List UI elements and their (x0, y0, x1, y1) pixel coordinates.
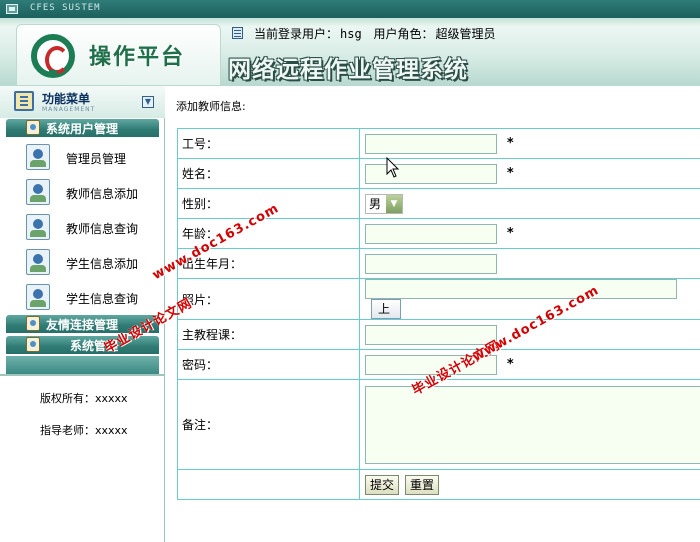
age-input[interactable] (365, 223, 497, 244)
user-role-label: 用户角色： (373, 27, 434, 41)
form-row-name: 姓名： * (177, 158, 700, 189)
remark-textarea[interactable] (365, 385, 700, 464)
form-row-actions: 提交 重置 (177, 469, 700, 500)
logo-mark-icon (31, 34, 75, 78)
photo-path-input[interactable] (365, 279, 677, 299)
required-mark: * (506, 166, 514, 181)
required-mark: * (506, 357, 514, 372)
user-card-icon (26, 249, 50, 275)
logo-text: 操作平台 (89, 44, 186, 70)
sidebar-item-student-query[interactable]: 学生信息查询 (0, 284, 165, 318)
group-folder-icon (26, 316, 40, 331)
gender-select[interactable]: 男 ▼ (365, 193, 403, 214)
copyright-text: 版权所有：xxxxx (40, 392, 128, 405)
name-label: 姓名： (177, 158, 360, 189)
collapse-menu-icon[interactable]: ▼ (142, 96, 154, 108)
main-course-input[interactable] (365, 324, 497, 345)
user-card-icon (26, 214, 50, 240)
chevron-down-icon[interactable]: ▼ (386, 194, 402, 213)
user-role-value: 超级管理员 (435, 27, 496, 41)
required-mark: * (506, 226, 514, 241)
gender-selected-value: 男 (369, 197, 382, 211)
sidebar-footer-strip (6, 356, 159, 374)
required-mark: * (506, 136, 514, 151)
form-row-birth: 出生年月： (177, 248, 700, 279)
photo-label: 照片： (177, 278, 360, 320)
system-code-name: CFES SUSTEM (30, 3, 101, 13)
window-icon (6, 4, 18, 14)
mouse-cursor-icon (386, 157, 400, 178)
name-input[interactable] (365, 163, 497, 184)
user-info-icon (232, 27, 243, 39)
title-bar: CFES SUSTEM (0, 0, 700, 18)
form-row-id: 工号： * (177, 128, 700, 159)
sidebar-item-label: 教师信息查询 (66, 222, 139, 236)
menu-subtitle: MANAGEMENT (42, 106, 96, 113)
current-user-value: hsg (340, 27, 362, 41)
teacher-form: 工号： * 姓名： * 性别： 男 ▼ 年龄： * 出生年月： 照片： 上 主教… (177, 128, 700, 500)
menu-group-system-users[interactable]: 系统用户管理 (6, 119, 159, 137)
password-label: 密码： (177, 349, 360, 380)
group-folder-icon (26, 120, 40, 135)
sidebar-item-label: 教师信息添加 (66, 187, 139, 201)
remark-label: 备注： (177, 379, 360, 470)
app-window: CFES SUSTEM 操作平台 当前登录用户： hsg 用户角色： 超级管理员 网… (0, 0, 700, 542)
current-user-info: 当前登录用户： hsg 用户角色： 超级管理员 (254, 25, 496, 42)
user-card-icon (26, 144, 50, 170)
birth-date-input[interactable] (365, 253, 497, 274)
sidebar-item-teacher-add[interactable]: 教师信息添加 (0, 179, 165, 213)
sidebar-item-label: 管理员管理 (66, 152, 127, 166)
form-row-remark: 备注： (177, 379, 700, 470)
sidebar-item-student-add[interactable]: 学生信息添加 (0, 249, 165, 283)
course-label: 主教程课： (177, 319, 360, 350)
id-label: 工号： (177, 128, 360, 159)
menu-title: 功能菜单 (42, 92, 91, 106)
menu-header: 功能菜单 MANAGEMENT ▼ (0, 86, 165, 118)
advisor-text: 指导老师：xxxxx (40, 424, 128, 437)
sidebar-item-teacher-query[interactable]: 教师信息查询 (0, 214, 165, 248)
employee-id-input[interactable] (365, 133, 497, 154)
sidebar-divider (0, 374, 165, 376)
sidebar-item-admin-manage[interactable]: 管理员管理 (0, 144, 165, 178)
logo: 操作平台 (16, 24, 221, 86)
sidebar: 功能菜单 MANAGEMENT ▼ 系统用户管理 管理员管理 教师信息添加 教师… (0, 86, 165, 542)
group-folder-icon (26, 337, 40, 352)
menu-group-label: 系统用户管理 (46, 122, 119, 136)
form-row-course: 主教程课： (177, 319, 700, 350)
sidebar-item-label: 学生信息添加 (66, 257, 139, 271)
user-card-icon (26, 284, 50, 310)
menu-book-icon (14, 91, 34, 111)
system-title: 网络远程作业管理系统 (228, 56, 468, 83)
reset-button[interactable]: 重置 (405, 474, 440, 495)
header: 操作平台 当前登录用户： hsg 用户角色： 超级管理员 网络远程作业管理系统 (0, 18, 700, 86)
form-row-photo: 照片： 上 (177, 278, 700, 320)
upload-button[interactable]: 上 (371, 299, 401, 319)
page-heading: 添加教师信息: (176, 100, 246, 113)
current-user-label: 当前登录用户： (254, 27, 339, 41)
sidebar-item-label: 学生信息查询 (66, 292, 139, 306)
user-card-icon (26, 179, 50, 205)
menu-group-label: 友情连接管理 (46, 318, 119, 332)
submit-button[interactable]: 提交 (365, 474, 400, 495)
